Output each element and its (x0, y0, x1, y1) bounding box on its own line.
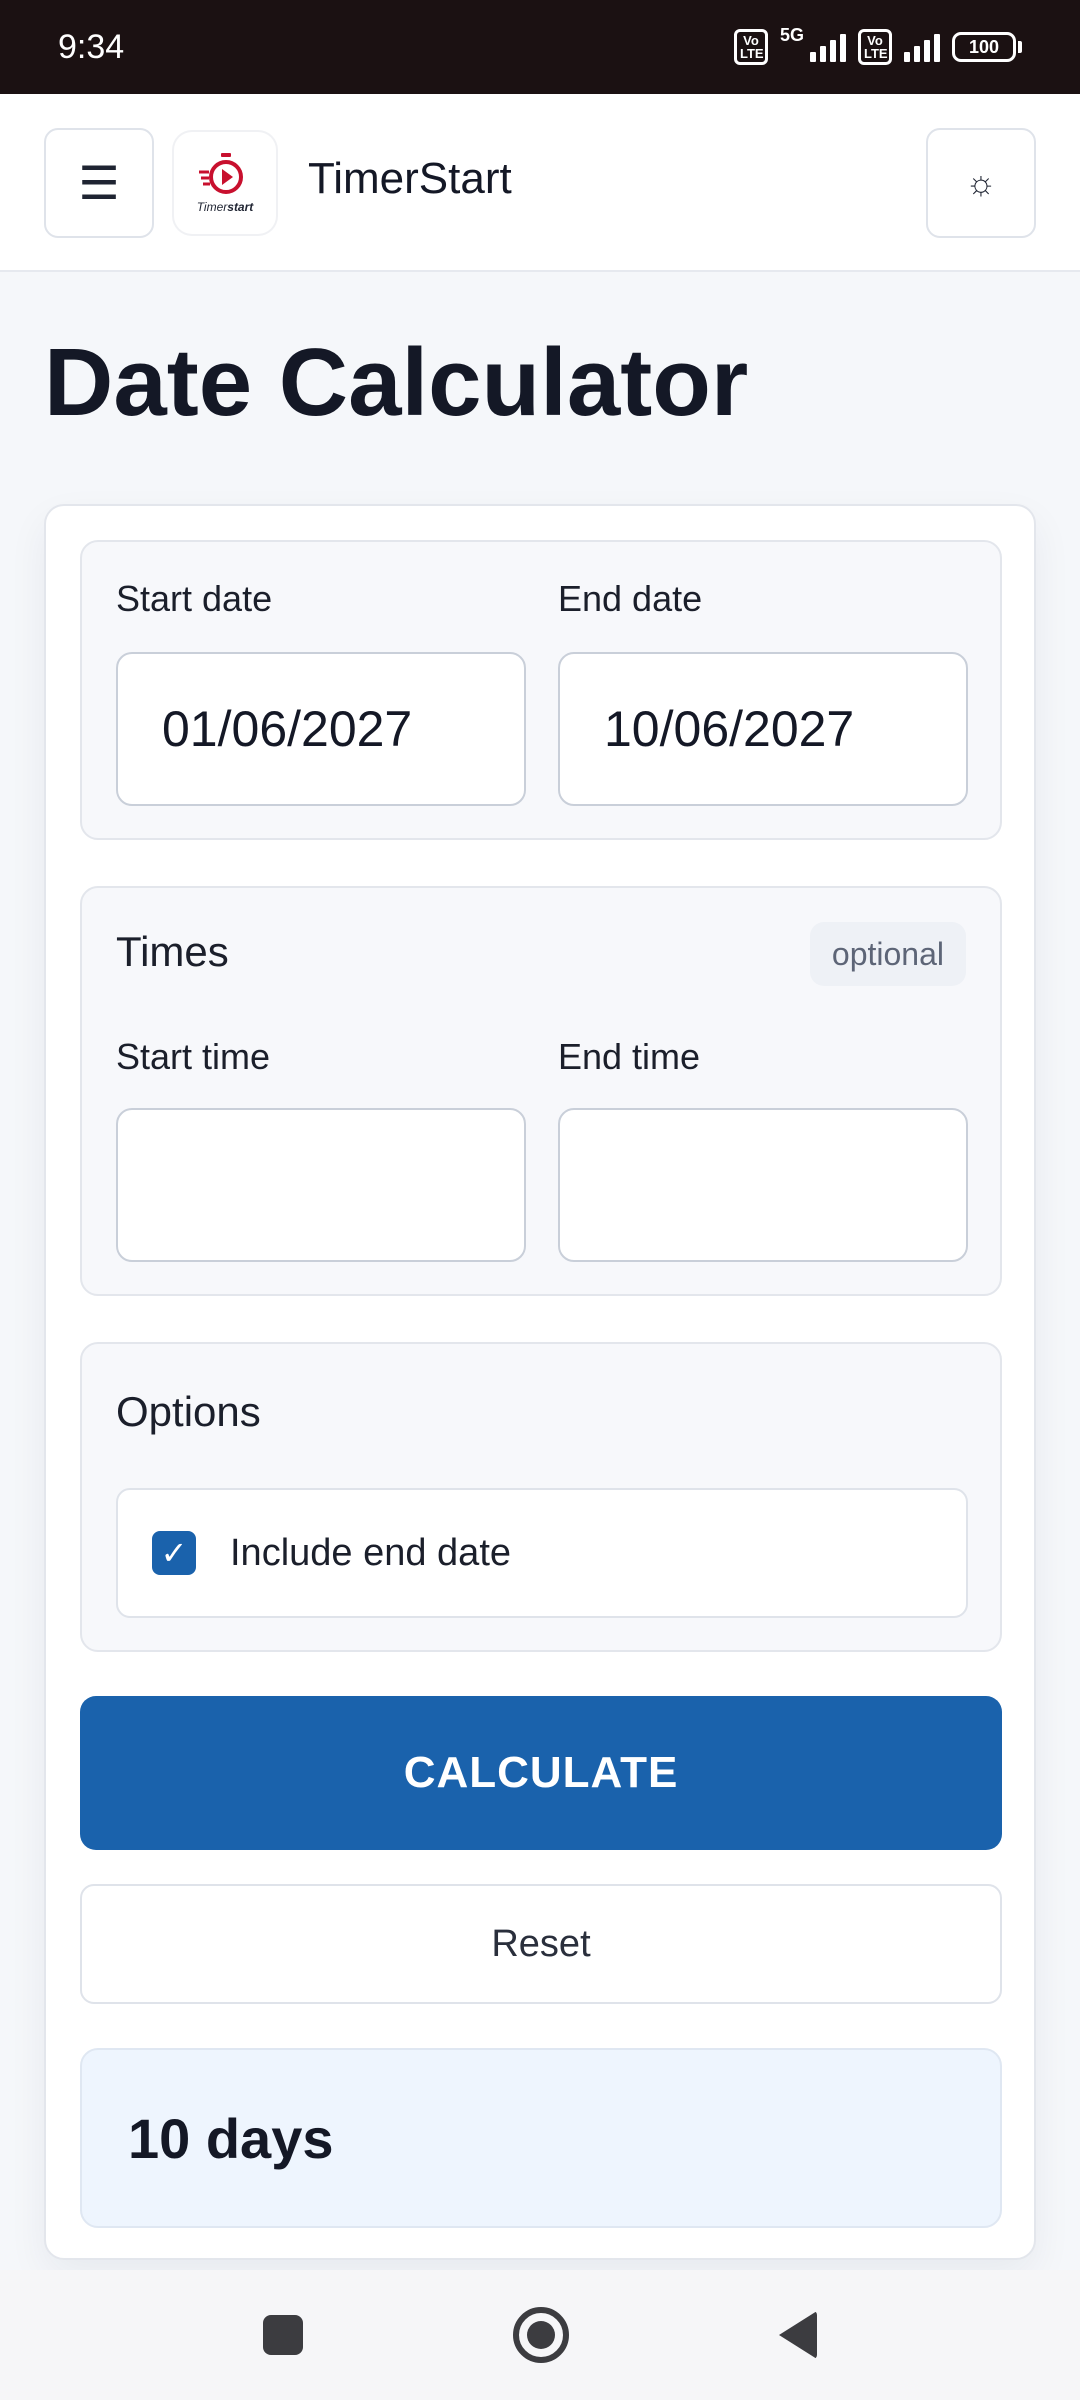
times-title: Times (116, 928, 229, 975)
menu-button[interactable]: ☰ (44, 128, 154, 238)
stopwatch-play-icon (199, 153, 243, 194)
end-time-label: End time (558, 1036, 701, 1077)
recents-icon[interactable] (263, 2315, 303, 2355)
sun-icon: ☼ (965, 163, 997, 202)
end-date-label: End date (558, 578, 703, 619)
status-icons: Vo LTE 5G Vo LTE 100 (733, 25, 1022, 65)
logo-wordmark: Timerstart (196, 200, 254, 214)
back-icon[interactable] (779, 2311, 817, 2359)
end-time-input[interactable] (558, 1108, 968, 1262)
options-panel: Options ✓ Include end date (80, 1342, 1002, 1652)
app-header: ☰ Timerstart TimerStart ☼ (0, 94, 1080, 272)
signal-icon-2 (904, 32, 940, 62)
page-title: Date Calculator (44, 329, 749, 436)
home-icon[interactable] (513, 2307, 569, 2363)
signal-icon (810, 32, 846, 62)
status-time: 9:34 (58, 27, 125, 66)
checkmark-icon: ✓ (160, 1535, 188, 1571)
dates-panel: Start date End date 01/06/2027 10/06/202… (80, 540, 1002, 840)
start-date-label: Start date (116, 578, 273, 619)
include-end-date-checkbox[interactable]: ✓ (152, 1531, 196, 1575)
start-date-input[interactable]: 01/06/2027 (116, 652, 526, 806)
optional-badge: optional (809, 922, 966, 986)
calculate-button[interactable]: CALCULATE (80, 1696, 1002, 1850)
end-date-input[interactable]: 10/06/2027 (558, 652, 968, 806)
result-text: 10 days (128, 2106, 334, 2170)
include-end-date-option[interactable]: ✓ Include end date (116, 1488, 968, 1618)
theme-toggle-button[interactable]: ☼ (926, 128, 1036, 238)
start-time-input[interactable] (116, 1108, 526, 1262)
network-type-label: 5G (779, 25, 804, 45)
status-bar: 9:34 Vo LTE 5G Vo LTE 100 (0, 0, 1080, 94)
app-title: TimerStart (308, 154, 512, 203)
start-time-label: Start time (116, 1036, 271, 1077)
include-end-date-label: Include end date (230, 1531, 512, 1574)
hamburger-icon: ☰ (78, 157, 120, 209)
options-title: Options (116, 1388, 261, 1435)
battery-icon: 100 (952, 32, 1022, 62)
system-nav-bar (0, 2270, 1080, 2400)
times-panel: Times optional Start time End time (80, 886, 1002, 1296)
battery-level: 100 (952, 32, 1016, 62)
app-logo[interactable]: Timerstart (174, 132, 276, 234)
calculator-card: Start date End date 01/06/2027 10/06/202… (44, 504, 1036, 2260)
volte-icon-2: Vo LTE (858, 29, 892, 65)
reset-button[interactable]: Reset (80, 1884, 1002, 2004)
volte-icon: Vo LTE (733, 29, 768, 65)
result-box: 10 days (80, 2048, 1002, 2228)
